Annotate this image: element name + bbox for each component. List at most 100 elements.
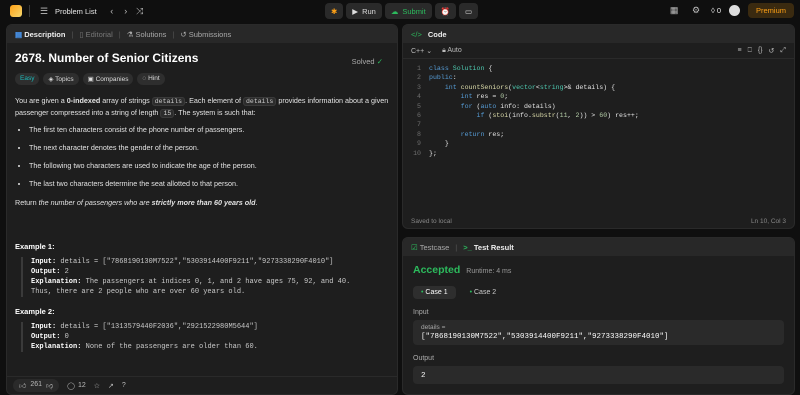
checkbox-icon: ☑ [411,242,418,252]
line-number: 3 [417,83,421,91]
tab-testcase[interactable]: ☑ Testcase [411,243,449,252]
example-1-title: Example 1: [15,242,55,251]
line-number: 2 [417,74,421,82]
code-text: int res = 0; [460,93,509,101]
comment-count: 12 [77,381,86,389]
tab-divider: | [71,29,74,39]
value: The passengers at indices 0, 1, and 2 ha… [81,278,351,286]
problem-title: 2678. Number of Senior Citizens [15,51,199,65]
line-number: 1 [417,65,421,72]
expand-icon[interactable]: ⤢ [780,47,786,55]
cursor-position: Ln 10, Col 3 [750,218,786,225]
list-icon[interactable]: ☰ [37,4,51,18]
inline-code: details [243,97,277,106]
problem-list-link[interactable]: Problem List [55,7,97,16]
line-number: 9 [417,140,421,148]
reset-icon[interactable]: ↺ [769,47,775,55]
notes-button[interactable]: ▭ [459,3,479,19]
line-number: 4 [417,93,421,101]
star-icon[interactable]: ☆ [94,382,100,390]
code-line[interactable]: 7 [403,120,794,129]
tab-test-result[interactable]: >_ Test Result [463,243,514,252]
streak[interactable]: ◊ 0 [711,6,721,15]
topics-label: Topics [55,76,74,83]
code-line[interactable]: 5 for (auto info: details) [403,102,794,111]
shuffle-icon[interactable]: ⤨ [133,4,147,18]
tab-solutions[interactable]: ⚗ Solutions [127,30,167,39]
comments-button[interactable]: ◯ 12 [67,382,86,390]
share-icon[interactable]: ↗ [108,382,114,390]
code-line[interactable]: 1 class Solution { [403,64,794,73]
auto-toggle[interactable]: 🔒︎ Auto [442,47,462,55]
debug-button[interactable]: ✱ [325,3,344,19]
streak-count: 0 [716,6,721,15]
text-bold: 0-indexed [66,96,101,105]
thumbs-up-icon[interactable]: 👍︎ [19,381,26,390]
flask-icon: ⚗ [126,29,134,39]
tab-description[interactable]: ▤ Description [15,30,65,39]
editor-status: Saved to local Ln 10, Col 3 [411,218,786,225]
tab-testcase-label: Testcase [419,242,450,252]
tab-submissions[interactable]: ↺ Submissions [180,30,231,39]
list-item: The following two characters are used to… [29,161,389,170]
like-dislike-group: 👍︎ 261 👎︎ [13,379,60,392]
code-line[interactable]: 6 if (stoi(info.substr(11, 2)) > 60) res… [403,111,794,120]
code-line[interactable]: 8 return res; [403,130,794,139]
code-title: Code [427,29,447,39]
tab-editorial-label: Editorial [85,29,113,39]
avatar[interactable] [728,5,740,16]
thumbs-down-icon[interactable]: 👎︎ [46,381,53,390]
tab-divider: | [455,242,458,252]
comment-icon: ◯ [67,382,75,390]
premium-button[interactable]: Premium [747,3,794,18]
settings-icon[interactable]: ⚙ [689,4,703,18]
problem-tags: Easy ◈ Topics ▣ Companies ◌ Hint [15,73,389,85]
tab-editorial[interactable]: ▯ Editorial [79,30,112,39]
fire-icon: ◊ [711,6,715,15]
code-line[interactable]: 9 } [403,139,794,148]
companies-tag[interactable]: ▣ Companies [82,73,134,85]
problem-statement: You are given a 0-indexed array of strin… [15,95,389,119]
like-count: 261 [30,381,43,388]
text-bold-italic: strictly more than 60 years old [151,198,256,207]
chevron-left-icon[interactable]: ‹ [105,4,119,18]
solved-status: Solved ✓ [352,57,383,66]
code-line[interactable]: 4 int res = 0; [403,92,794,101]
format-icon[interactable]: ≡ [738,47,742,55]
output-value: 2 [421,372,426,380]
case-1-label: Case 1 [425,289,448,296]
leetcode-logo-icon[interactable] [10,5,22,17]
code-text: } [429,140,449,148]
grid-icon[interactable]: ▦ [667,4,681,18]
case-1-tab[interactable]: • Case 1 [413,286,456,299]
submit-button[interactable]: ☁ Submit [384,3,432,19]
input-box: details = ["7868190130M7522","5303914400… [413,320,784,345]
help-icon[interactable]: ? [122,382,126,389]
braces-icon[interactable]: {} [758,47,763,55]
code-editor[interactable]: 1 class Solution {2 public: 3 int countSeni… [403,59,794,158]
label: Output: [31,333,61,341]
text: . The system is such that: [174,108,256,117]
tab-result-label: Test Result [473,242,514,252]
timer-button[interactable]: ⏰ [434,3,457,19]
run-button[interactable]: ▶ Run [346,3,382,19]
code-line[interactable]: 10}; [403,149,794,158]
tab-divider: | [118,29,121,39]
language-select[interactable]: C++ ⌄ [411,47,432,55]
cloud-upload-icon: ☁ [390,6,399,16]
chevron-right-icon[interactable]: › [119,4,133,18]
code-line[interactable]: 2 public: [403,73,794,82]
case-2-tab[interactable]: • Case 2 [462,286,505,299]
auto-label: Auto [447,46,462,54]
label: Explanation: [31,278,82,286]
hint-tag[interactable]: ◌ Hint [137,73,165,85]
dot-icon: • [469,289,473,296]
code-line[interactable]: 3 int countSeniors(vector<string>& detai… [403,83,794,92]
text: array of strings [100,96,152,105]
editor-actions: ≡ ⎕ {} ↺ ⤢ [738,47,786,55]
text: . Each element of [185,96,244,105]
bookmark-icon[interactable]: ⎕ [748,47,752,55]
line-number: 5 [417,102,421,110]
value: Thus, there are 2 people who are over 60… [31,288,246,296]
topics-tag[interactable]: ◈ Topics [43,73,79,85]
